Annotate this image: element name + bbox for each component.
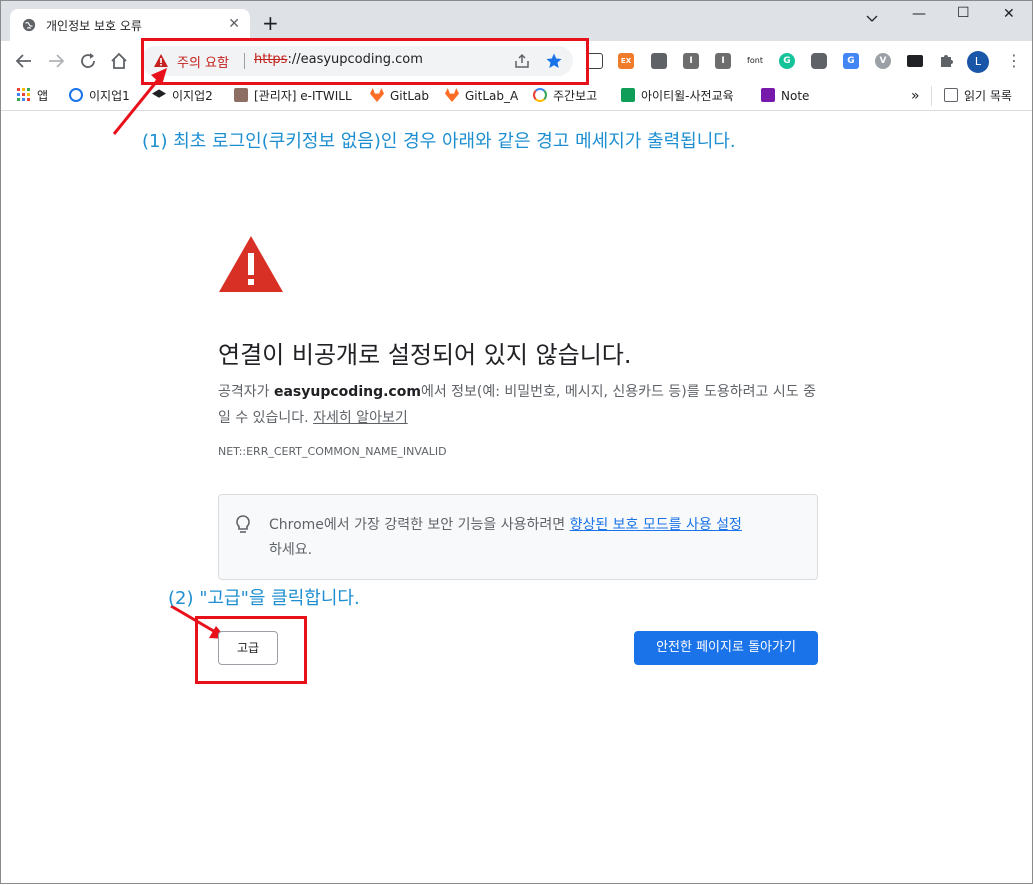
annotation-step1: (1) 최초 로그인(쿠키정보 없음)인 경우 아래와 같은 경고 메세지가 출… bbox=[142, 131, 736, 152]
back-to-safety-button[interactable]: 안전한 페이지로 돌아가기 bbox=[634, 631, 818, 665]
desc-prefix: 공격자가 bbox=[218, 384, 274, 400]
warning-triangle-large-icon bbox=[219, 236, 283, 292]
error-heading: 연결이 비공개로 설정되어 있지 않습니다. bbox=[218, 341, 632, 369]
annotation-step2: (2) "고급"을 클릭합니다. bbox=[168, 588, 360, 609]
lightbulb-icon bbox=[236, 515, 250, 533]
error-description: 공격자가 easyupcoding.com에서 정보(예: 비밀번호, 메시지,… bbox=[218, 379, 818, 431]
tip-prefix: Chrome에서 가장 강력한 보안 기능을 사용하려면 bbox=[269, 517, 570, 533]
tip-suffix: 하세요. bbox=[269, 542, 313, 558]
tip-text: Chrome에서 가장 강력한 보안 기능을 사용하려면 향상된 보호 모드를 … bbox=[269, 513, 809, 563]
advanced-button[interactable]: 고급 bbox=[218, 631, 278, 665]
browser-window: 개인정보 보호 오류 ✕ + — ☐ ✕ 주의 요함 https://easyu… bbox=[0, 0, 1033, 884]
enable-enhanced-protection-link[interactable]: 향상된 보호 모드를 사용 설정 bbox=[570, 517, 742, 533]
desc-domain: easyupcoding.com bbox=[273, 384, 421, 400]
annotation-arrow-1 bbox=[112, 75, 163, 135]
enhanced-protection-tip: Chrome에서 가장 강력한 보안 기능을 사용하려면 향상된 보호 모드를 … bbox=[218, 494, 818, 580]
annotation-arrowhead-1 bbox=[151, 68, 167, 85]
learn-more-link[interactable]: 자세히 알아보기 bbox=[313, 410, 408, 426]
error-code: NET::ERR_CERT_COMMON_NAME_INVALID bbox=[218, 445, 447, 458]
